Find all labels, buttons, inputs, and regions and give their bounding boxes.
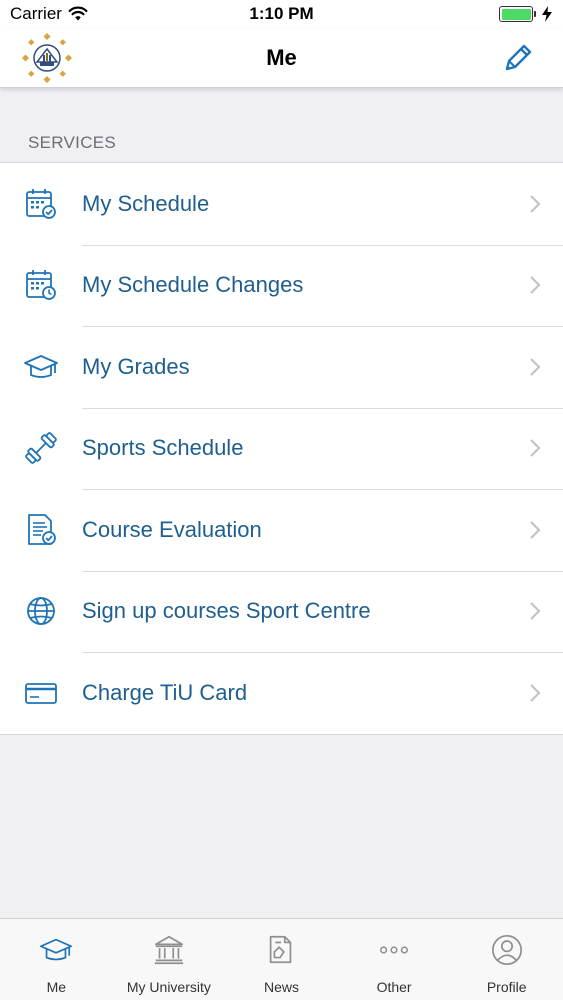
tab-label: Profile: [486, 979, 527, 995]
nav-bar: Me: [0, 28, 563, 88]
calendar-clock-icon: [26, 270, 56, 301]
chevron-right-icon: [530, 194, 541, 213]
wifi-icon: [68, 6, 88, 21]
chevron-right-icon: [530, 439, 541, 458]
service-item-label: My Schedule: [82, 190, 210, 216]
service-item-charge-tiu-card[interactable]: Charge TiU Card: [0, 652, 563, 734]
carrier-label: Carrier: [10, 4, 62, 23]
chevron-right-icon: [530, 520, 541, 539]
graduation-cap-icon: [40, 938, 73, 961]
user-circle-icon: [491, 934, 522, 966]
service-item-label: Sports Schedule: [82, 435, 244, 461]
card-icon: [25, 682, 57, 704]
service-item-label: My Grades: [82, 353, 190, 379]
dumbbell-icon: [25, 432, 57, 465]
globe-icon: [27, 597, 55, 626]
battery-icon: [499, 6, 536, 22]
charging-bolt-icon: [542, 6, 552, 22]
tab-label: Me: [46, 979, 67, 995]
service-item-label: Sign up courses Sport Centre: [82, 598, 371, 624]
page-title: Me: [266, 44, 297, 70]
chevron-right-icon: [530, 276, 541, 295]
service-item-label: Charge TiU Card: [82, 679, 248, 705]
calendar-check-icon: [26, 188, 56, 219]
tab-label: News: [263, 979, 299, 995]
service-item-course-evaluation[interactable]: Course Evaluation: [0, 489, 563, 571]
more-dots-icon: [380, 946, 409, 954]
chevron-right-icon: [530, 357, 541, 376]
battery-level: [501, 8, 531, 20]
graduation-cap-icon: [24, 354, 58, 378]
service-item-sports-schedule[interactable]: Sports Schedule: [0, 407, 563, 490]
section-header-services: SERVICES: [28, 133, 117, 152]
service-item-sign-up-sport-centre[interactable]: Sign up courses Sport Centre: [0, 570, 563, 653]
services-list: My Schedule My Schedule Changes My Grade…: [0, 162, 563, 735]
tab-news[interactable]: News: [225, 919, 338, 1000]
tab-bar: Me My University News Other Profile: [0, 918, 563, 1000]
service-item-label: My Schedule Changes: [82, 272, 304, 298]
service-item-my-schedule-changes[interactable]: My Schedule Changes: [0, 244, 563, 327]
tab-other[interactable]: Other: [338, 919, 451, 1000]
tab-my-university[interactable]: My University: [113, 919, 226, 1000]
status-right: [499, 6, 553, 22]
news-icon: [270, 935, 292, 964]
chevron-right-icon: [530, 683, 541, 702]
tab-label: Other: [376, 979, 412, 995]
university-icon: [154, 935, 184, 965]
service-item-my-schedule[interactable]: My Schedule: [0, 163, 563, 245]
service-item-my-grades[interactable]: My Grades: [0, 326, 563, 408]
edit-pencil-icon[interactable]: [501, 41, 535, 75]
tab-profile[interactable]: Profile: [450, 919, 563, 1000]
status-left: Carrier: [10, 4, 88, 24]
tab-me[interactable]: Me: [0, 919, 113, 1000]
chevron-right-icon: [530, 602, 541, 621]
tab-label: My University: [126, 979, 211, 995]
status-bar: Carrier 1:10 PM: [0, 0, 563, 28]
university-logo-icon[interactable]: [22, 33, 72, 83]
service-item-label: Course Evaluation: [82, 516, 262, 542]
document-check-icon: [28, 513, 56, 545]
